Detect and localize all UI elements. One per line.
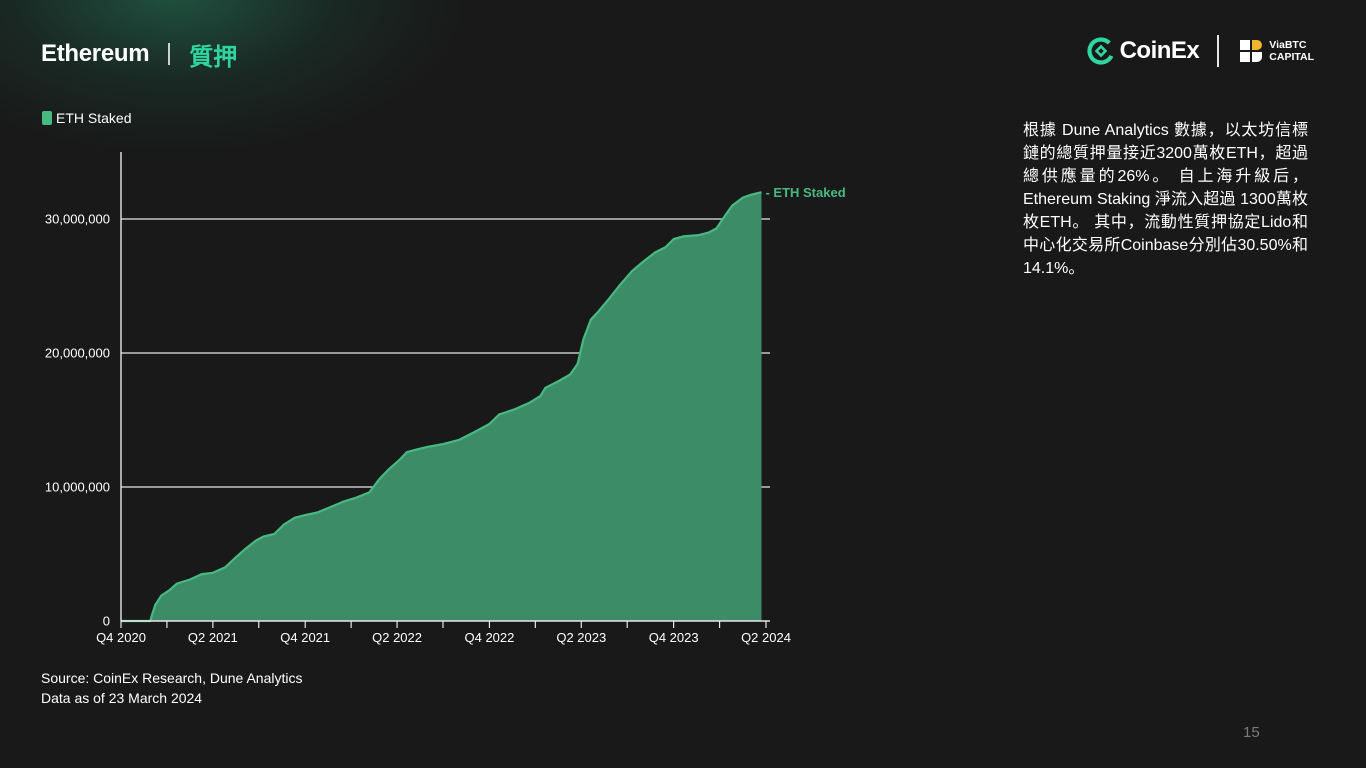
x-tick-label: Q2 2021: [188, 630, 238, 645]
source-line: Source: CoinEx Research, Dune Analytics: [41, 670, 303, 686]
series-end-label: - ETH Staked: [765, 185, 845, 200]
eth-staked-area: [121, 192, 762, 621]
x-tick-label: Q2 2022: [372, 630, 422, 645]
y-tick-label: 0: [103, 614, 110, 629]
data-date-line: Data as of 23 March 2024: [41, 690, 203, 706]
eth-staked-chart: 0 10,000,000 20,000,000 30,000,000 Q4 2020 Q…: [45, 152, 846, 645]
x-tick-label: Q4 2021: [280, 630, 330, 645]
description-text: 根據 Dune Analytics 數據，以太坊信標鏈的總質押量接近3200萬枚…: [1023, 122, 1308, 277]
page-number: 15: [1243, 724, 1260, 741]
x-tick-label: Q2 2024: [741, 630, 791, 645]
x-tick-label: Q4 2022: [464, 630, 514, 645]
x-tick-label: Q4 2020: [96, 630, 146, 645]
x-tick-label: Q4 2023: [649, 630, 699, 645]
y-tick-label: 20,000,000: [45, 346, 110, 361]
y-tick-label: 10,000,000: [45, 480, 110, 495]
x-tick-label: Q2 2023: [556, 630, 606, 645]
y-tick-label: 30,000,000: [45, 212, 110, 227]
source-note: Source: CoinEx Research, Dune Analytics …: [41, 668, 302, 708]
